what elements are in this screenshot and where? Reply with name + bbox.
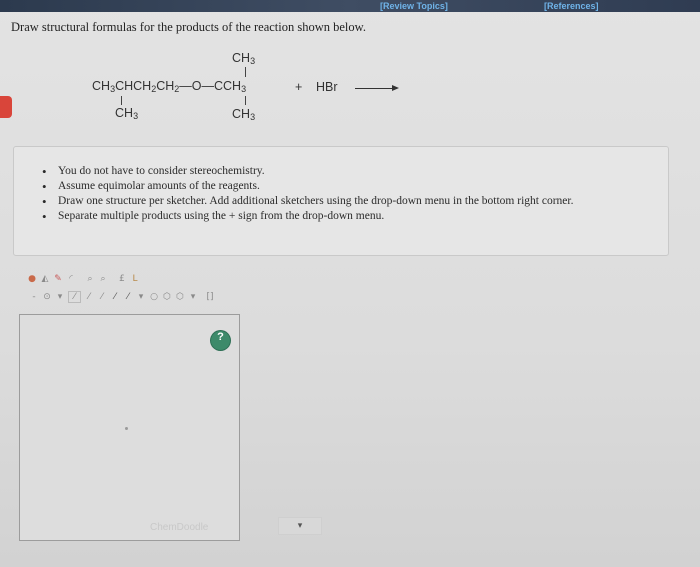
instruction-item: Separate multiple products using the + s…	[42, 209, 573, 224]
review-topics-link[interactable]: [Review Topics]	[380, 0, 448, 12]
minus-charge-icon[interactable]: -	[29, 292, 39, 302]
dropdown-arrow-icon[interactable]: ▾	[136, 292, 146, 302]
instruction-item: You do not have to consider stereochemis…	[42, 164, 573, 179]
sketcher-canvas[interactable]: ?	[19, 314, 240, 541]
ch3-bottom-right-label: CH3	[232, 107, 256, 122]
bracket-icon[interactable]: []	[205, 292, 215, 302]
dot-icon[interactable]: ⊙	[42, 292, 52, 302]
chain-icon[interactable]: L	[130, 274, 140, 284]
ch3-top-label: CH3	[232, 51, 256, 66]
bond-top	[245, 67, 246, 77]
single-bond-icon[interactable]: ⁄	[68, 291, 81, 303]
lasso-icon[interactable]: ◜	[66, 274, 76, 284]
zoom-in-icon[interactable]: ⌕	[85, 274, 95, 284]
sketcher-toolbar-bottom: - ⊙ ▾ ⁄ ⁄ ⁄ ⁄ ⁄ ▾ ○ ⬡ ⬡ ▾ []	[29, 291, 215, 303]
chemdoodle-watermark: ChemDoodle	[150, 522, 209, 533]
reagent-hbr: HBr	[316, 80, 338, 94]
bond-bottom-left	[121, 96, 122, 105]
instructions-list: You do not have to consider stereochemis…	[14, 164, 573, 224]
instruction-item: Draw one structure per sketcher. Add add…	[42, 194, 573, 209]
bond-bottom-right	[245, 96, 246, 105]
sketcher-toolbar-top: ● ◭ ✎ ◜ ⌕ ⌕ £ L	[27, 274, 140, 284]
wedge-bond-icon[interactable]: ⁄	[110, 292, 120, 302]
ch3-bottom-left-label: CH3	[115, 106, 139, 121]
instructions-panel: You do not have to consider stereochemis…	[13, 146, 669, 256]
plus-sign: +	[295, 80, 303, 94]
ring-dropdown-icon[interactable]: ▾	[188, 292, 198, 302]
references-link[interactable]: [References]	[544, 0, 599, 12]
pencil-icon[interactable]: ✎	[53, 274, 63, 284]
canvas-dot	[125, 427, 128, 430]
template-icon[interactable]: £	[117, 274, 127, 284]
double-bond-icon[interactable]: ⁄	[84, 292, 94, 302]
eraser-icon[interactable]: ◭	[40, 274, 50, 284]
help-button[interactable]: ?	[211, 331, 230, 350]
reaction-arrow	[355, 85, 399, 91]
dropdown-arrow-icon[interactable]: ▾	[55, 292, 65, 302]
ring-cyclohexane-icon[interactable]: ⬡	[162, 292, 172, 302]
wedge-bond-icon[interactable]: ⁄	[123, 292, 133, 302]
main-chain-formula: CH3CHCH2CH2—O—CCH3	[92, 79, 247, 94]
ring-cyclopropane-icon[interactable]: ○	[149, 292, 159, 302]
question-prompt: Draw structural formulas for the product…	[11, 20, 366, 34]
instruction-item: Assume equimolar amounts of the reagents…	[42, 179, 573, 194]
triple-bond-icon[interactable]: ⁄	[97, 292, 107, 302]
drop-icon[interactable]: ●	[27, 274, 37, 284]
sketcher-add-dropdown[interactable]: ▾	[278, 517, 322, 535]
ring-benzene-icon[interactable]: ⬡	[175, 292, 185, 302]
zoom-out-icon[interactable]: ⌕	[98, 274, 108, 284]
flag-tab[interactable]	[0, 96, 12, 118]
